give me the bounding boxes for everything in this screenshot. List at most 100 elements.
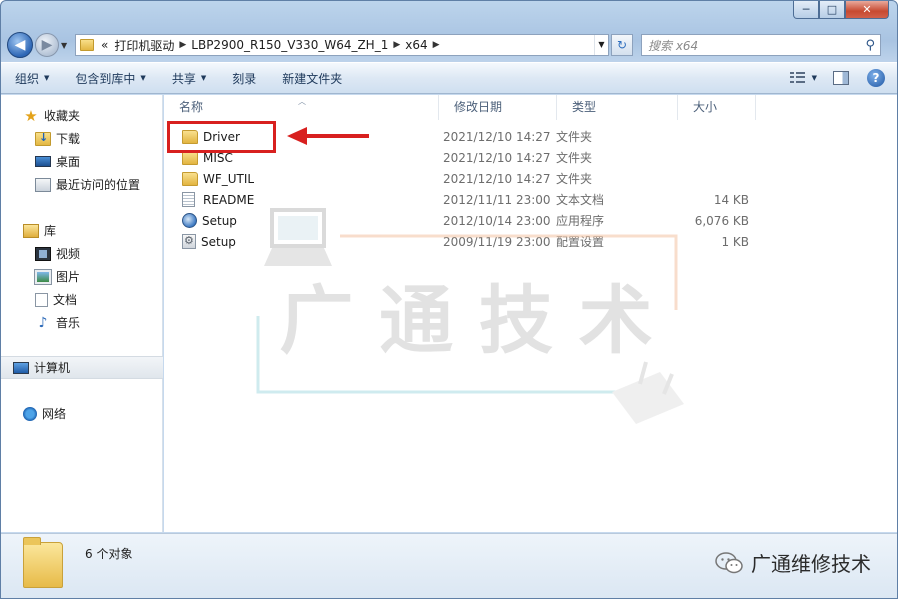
red-arrow-icon (287, 127, 369, 145)
nav-network-label: 网络 (42, 407, 67, 421)
close-button[interactable]: ✕ (845, 1, 889, 19)
file-type: 文件夹 (556, 172, 593, 186)
file-name: Setup (201, 234, 236, 249)
column-header-date[interactable]: 修改日期 (439, 95, 557, 120)
nav-item-desktop[interactable]: 桌面 (1, 150, 163, 173)
downloads-folder-icon (35, 131, 51, 146)
minimize-button[interactable]: ─ (793, 1, 819, 19)
nav-item-music[interactable]: ♪ 音乐 (1, 311, 163, 334)
star-icon: ★ (24, 106, 38, 125)
documents-library-icon (35, 292, 48, 307)
pictures-library-icon (34, 268, 52, 285)
file-name: WF_UTIL (203, 171, 255, 186)
share-menu[interactable]: 共享 ▼ (172, 70, 206, 87)
breadcrumb-lbp2900[interactable]: LBP2900_R150_V330_W64_ZH_1 (191, 38, 388, 52)
preview-pane-icon[interactable] (833, 71, 849, 85)
file-date: 2009/11/19 23:00 (443, 234, 551, 249)
file-name: README (203, 192, 255, 207)
folder-icon (80, 39, 94, 51)
nav-item-label: 下载 (56, 132, 81, 146)
nav-favorites[interactable]: ★ 收藏夹 (1, 104, 163, 127)
nav-item-documents[interactable]: 文档 (1, 288, 163, 311)
forward-button[interactable]: ▶ (35, 33, 59, 57)
nav-item-recent-places[interactable]: 最近访问的位置 (1, 173, 163, 196)
file-name-cell: README (164, 192, 436, 207)
back-button[interactable]: ◀ (7, 32, 33, 58)
network-icon (23, 406, 37, 421)
nav-network[interactable]: 网络 (1, 402, 163, 425)
nav-item-downloads[interactable]: 下载 (1, 127, 163, 150)
computer-icon (13, 361, 29, 374)
network-group: 网络 (1, 402, 163, 425)
breadcrumb-driver-root[interactable]: 打印机驱动 (114, 37, 174, 54)
nav-libraries[interactable]: 库 (1, 219, 163, 242)
nav-item-videos[interactable]: 视频 (1, 242, 163, 265)
folder-icon (23, 537, 63, 588)
change-view-icon[interactable] (789, 72, 806, 84)
config-file-icon (182, 234, 196, 249)
address-bar[interactable]: « 打印机驱动 ▶ LBP2900_R150_V330_W64_ZH_1 ▶ x… (75, 34, 609, 56)
file-name-cell: Setup (164, 213, 436, 228)
details-pane: 6 个对象 广通维修技术 (1, 533, 897, 598)
address-history-dropdown[interactable]: ▼ (594, 35, 608, 55)
column-name-label: 名称 (179, 100, 204, 114)
share-label: 共享 (171, 71, 196, 86)
file-date: 2012/10/14 23:00 (443, 213, 551, 228)
wechat-branding: 广通维修技术 (715, 548, 871, 577)
search-icon[interactable]: ⚲ (865, 38, 875, 53)
music-note-icon: ♪ (38, 314, 48, 331)
file-row[interactable]: Setup 2012/10/14 23:00 应用程序 6,076 KB (164, 210, 897, 231)
file-date: 2012/11/11 23:00 (443, 192, 551, 207)
burn-button[interactable]: 刻录 (232, 70, 256, 87)
breadcrumb-x64[interactable]: x64 (405, 38, 427, 52)
breadcrumb-separator-icon[interactable]: ▶ (393, 40, 400, 50)
desktop-icon (35, 156, 51, 167)
navigation-pane: ★ 收藏夹 下载 桌面 最近访问的位置 库 视频 图片 文档 ♪ 音乐 计算机 网络 (1, 95, 163, 532)
command-bar: 组织 ▼ 包含到库中 ▼ 共享 ▼ 刻录 新建文件夹 ▼ ? (1, 62, 897, 94)
nav-item-label: 视频 (56, 247, 81, 261)
column-header-type[interactable]: 类型 (557, 95, 678, 120)
maximize-button[interactable]: □ (819, 1, 845, 19)
window-controls: ─ □ ✕ (793, 1, 889, 19)
file-size: 14 KB (713, 192, 749, 207)
setup-app-icon (182, 213, 197, 228)
highlight-box (167, 121, 276, 153)
item-count: 6 个对象 (85, 547, 133, 561)
dropdown-arrow-icon: ▼ (200, 74, 207, 82)
wechat-account-name: 广通维修技术 (751, 552, 871, 576)
breadcrumb-separator-icon[interactable]: ▶ (179, 40, 186, 50)
file-type: 配置设置 (556, 235, 605, 249)
nav-computer-label: 计算机 (34, 361, 71, 375)
search-input[interactable]: 搜索 x64 ⚲ (641, 34, 881, 56)
breadcrumb-overflow[interactable]: « (101, 38, 108, 52)
sort-ascending-icon: ︿ (298, 97, 306, 106)
nav-item-label: 文档 (53, 293, 78, 307)
nav-computer[interactable]: 计算机 (1, 356, 163, 379)
file-type: 文本文档 (556, 193, 605, 207)
column-header-name[interactable]: 名称 ︿ (164, 95, 439, 120)
organize-label: 组织 (15, 71, 40, 86)
nav-item-pictures[interactable]: 图片 (1, 265, 163, 288)
recent-pages-dropdown[interactable]: ▼ (61, 41, 71, 50)
file-row[interactable]: README 2012/11/11 23:00 文本文档 14 KB (164, 189, 897, 210)
file-date: 2021/12/10 14:27 (443, 129, 551, 144)
breadcrumb-separator-icon[interactable]: ▶ (433, 40, 440, 50)
file-date: 2021/12/10 14:27 (443, 171, 551, 186)
refresh-button[interactable]: ↻ (611, 34, 633, 56)
column-headers: 名称 ︿ 修改日期 类型 大小 (164, 95, 897, 120)
organize-menu[interactable]: 组织 ▼ (15, 70, 49, 87)
folder-icon (182, 171, 198, 186)
file-size: 1 KB (721, 234, 749, 249)
file-date: 2021/12/10 14:27 (443, 150, 551, 165)
file-type: 文件夹 (556, 130, 593, 144)
new-folder-button[interactable]: 新建文件夹 (282, 70, 342, 87)
help-icon[interactable]: ? (867, 69, 885, 87)
file-row[interactable]: Setup 2009/11/19 23:00 配置设置 1 KB (164, 231, 897, 252)
view-options-dropdown[interactable]: ▼ (812, 74, 817, 82)
nav-item-label: 桌面 (56, 155, 81, 169)
column-header-size[interactable]: 大小 (678, 95, 756, 120)
nav-item-label: 最近访问的位置 (56, 178, 141, 192)
nav-item-label: 图片 (56, 270, 81, 284)
include-in-library-menu[interactable]: 包含到库中 ▼ (75, 70, 145, 87)
file-row[interactable]: WF_UTIL 2021/12/10 14:27 文件夹 (164, 168, 897, 189)
